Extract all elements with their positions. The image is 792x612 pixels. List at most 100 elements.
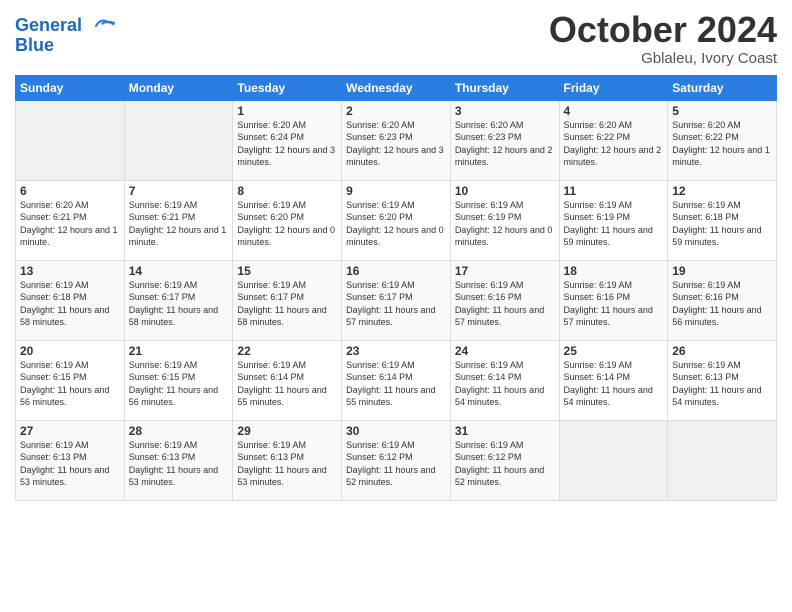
cell-week4-day5: 25Sunrise: 6:19 AM Sunset: 6:14 PM Dayli… xyxy=(559,340,668,420)
day-number: 8 xyxy=(237,184,337,198)
month-title: October 2024 xyxy=(549,10,777,50)
logo-bird-icon xyxy=(89,15,115,37)
day-number: 28 xyxy=(129,424,229,438)
cell-week3-day6: 19Sunrise: 6:19 AM Sunset: 6:16 PM Dayli… xyxy=(668,260,777,340)
cell-content: Sunrise: 6:19 AM Sunset: 6:17 PM Dayligh… xyxy=(129,279,229,329)
cell-week1-day3: 2Sunrise: 6:20 AM Sunset: 6:23 PM Daylig… xyxy=(342,100,451,180)
cell-week2-day1: 7Sunrise: 6:19 AM Sunset: 6:21 PM Daylig… xyxy=(124,180,233,260)
logo: General Blue xyxy=(15,15,115,56)
header-sunday: Sunday xyxy=(16,75,125,100)
cell-content: Sunrise: 6:20 AM Sunset: 6:22 PM Dayligh… xyxy=(672,119,772,169)
cell-week4-day1: 21Sunrise: 6:19 AM Sunset: 6:15 PM Dayli… xyxy=(124,340,233,420)
cell-content: Sunrise: 6:20 AM Sunset: 6:23 PM Dayligh… xyxy=(346,119,446,169)
cell-week3-day1: 14Sunrise: 6:19 AM Sunset: 6:17 PM Dayli… xyxy=(124,260,233,340)
cell-content: Sunrise: 6:19 AM Sunset: 6:14 PM Dayligh… xyxy=(455,359,555,409)
day-number: 18 xyxy=(564,264,664,278)
cell-week2-day2: 8Sunrise: 6:19 AM Sunset: 6:20 PM Daylig… xyxy=(233,180,342,260)
header-wednesday: Wednesday xyxy=(342,75,451,100)
cell-content: Sunrise: 6:19 AM Sunset: 6:19 PM Dayligh… xyxy=(455,199,555,249)
cell-content: Sunrise: 6:20 AM Sunset: 6:24 PM Dayligh… xyxy=(237,119,337,169)
cell-week5-day3: 30Sunrise: 6:19 AM Sunset: 6:12 PM Dayli… xyxy=(342,420,451,500)
cell-content: Sunrise: 6:19 AM Sunset: 6:14 PM Dayligh… xyxy=(237,359,337,409)
cell-content: Sunrise: 6:19 AM Sunset: 6:18 PM Dayligh… xyxy=(20,279,120,329)
day-number: 4 xyxy=(564,104,664,118)
cell-week4-day2: 22Sunrise: 6:19 AM Sunset: 6:14 PM Dayli… xyxy=(233,340,342,420)
day-number: 14 xyxy=(129,264,229,278)
cell-content: Sunrise: 6:20 AM Sunset: 6:23 PM Dayligh… xyxy=(455,119,555,169)
day-number: 27 xyxy=(20,424,120,438)
day-number: 1 xyxy=(237,104,337,118)
week-row-3: 13Sunrise: 6:19 AM Sunset: 6:18 PM Dayli… xyxy=(16,260,777,340)
day-number: 21 xyxy=(129,344,229,358)
day-number: 15 xyxy=(237,264,337,278)
day-number: 12 xyxy=(672,184,772,198)
cell-content: Sunrise: 6:19 AM Sunset: 6:13 PM Dayligh… xyxy=(672,359,772,409)
day-number: 3 xyxy=(455,104,555,118)
day-number: 25 xyxy=(564,344,664,358)
cell-week2-day0: 6Sunrise: 6:20 AM Sunset: 6:21 PM Daylig… xyxy=(16,180,125,260)
cell-content: Sunrise: 6:19 AM Sunset: 6:12 PM Dayligh… xyxy=(346,439,446,489)
cell-week1-day2: 1Sunrise: 6:20 AM Sunset: 6:24 PM Daylig… xyxy=(233,100,342,180)
cell-content: Sunrise: 6:19 AM Sunset: 6:15 PM Dayligh… xyxy=(20,359,120,409)
day-number: 29 xyxy=(237,424,337,438)
cell-content: Sunrise: 6:19 AM Sunset: 6:12 PM Dayligh… xyxy=(455,439,555,489)
logo-line1: General xyxy=(15,15,82,35)
cell-content: Sunrise: 6:19 AM Sunset: 6:14 PM Dayligh… xyxy=(564,359,664,409)
calendar-table: SundayMondayTuesdayWednesdayThursdayFrid… xyxy=(15,75,777,501)
cell-content: Sunrise: 6:19 AM Sunset: 6:15 PM Dayligh… xyxy=(129,359,229,409)
cell-content: Sunrise: 6:19 AM Sunset: 6:19 PM Dayligh… xyxy=(564,199,664,249)
day-number: 10 xyxy=(455,184,555,198)
cell-week4-day0: 20Sunrise: 6:19 AM Sunset: 6:15 PM Dayli… xyxy=(16,340,125,420)
cell-content: Sunrise: 6:19 AM Sunset: 6:20 PM Dayligh… xyxy=(346,199,446,249)
day-number: 22 xyxy=(237,344,337,358)
day-number: 9 xyxy=(346,184,446,198)
week-row-4: 20Sunrise: 6:19 AM Sunset: 6:15 PM Dayli… xyxy=(16,340,777,420)
cell-week3-day4: 17Sunrise: 6:19 AM Sunset: 6:16 PM Dayli… xyxy=(450,260,559,340)
day-number: 2 xyxy=(346,104,446,118)
cell-content: Sunrise: 6:19 AM Sunset: 6:17 PM Dayligh… xyxy=(346,279,446,329)
day-number: 30 xyxy=(346,424,446,438)
cell-week2-day6: 12Sunrise: 6:19 AM Sunset: 6:18 PM Dayli… xyxy=(668,180,777,260)
day-number: 20 xyxy=(20,344,120,358)
cell-week2-day5: 11Sunrise: 6:19 AM Sunset: 6:19 PM Dayli… xyxy=(559,180,668,260)
cell-week1-day6: 5Sunrise: 6:20 AM Sunset: 6:22 PM Daylig… xyxy=(668,100,777,180)
cell-week1-day4: 3Sunrise: 6:20 AM Sunset: 6:23 PM Daylig… xyxy=(450,100,559,180)
cell-week4-day4: 24Sunrise: 6:19 AM Sunset: 6:14 PM Dayli… xyxy=(450,340,559,420)
cell-week3-day5: 18Sunrise: 6:19 AM Sunset: 6:16 PM Dayli… xyxy=(559,260,668,340)
cell-week1-day5: 4Sunrise: 6:20 AM Sunset: 6:22 PM Daylig… xyxy=(559,100,668,180)
day-number: 23 xyxy=(346,344,446,358)
cell-content: Sunrise: 6:19 AM Sunset: 6:13 PM Dayligh… xyxy=(129,439,229,489)
header-saturday: Saturday xyxy=(668,75,777,100)
cell-week5-day2: 29Sunrise: 6:19 AM Sunset: 6:13 PM Dayli… xyxy=(233,420,342,500)
day-number: 19 xyxy=(672,264,772,278)
cell-content: Sunrise: 6:19 AM Sunset: 6:16 PM Dayligh… xyxy=(564,279,664,329)
header-thursday: Thursday xyxy=(450,75,559,100)
header-monday: Monday xyxy=(124,75,233,100)
cell-content: Sunrise: 6:19 AM Sunset: 6:14 PM Dayligh… xyxy=(346,359,446,409)
day-number: 6 xyxy=(20,184,120,198)
cell-week2-day3: 9Sunrise: 6:19 AM Sunset: 6:20 PM Daylig… xyxy=(342,180,451,260)
cell-content: Sunrise: 6:20 AM Sunset: 6:22 PM Dayligh… xyxy=(564,119,664,169)
cell-week5-day1: 28Sunrise: 6:19 AM Sunset: 6:13 PM Dayli… xyxy=(124,420,233,500)
day-number: 5 xyxy=(672,104,772,118)
cell-content: Sunrise: 6:19 AM Sunset: 6:13 PM Dayligh… xyxy=(237,439,337,489)
cell-content: Sunrise: 6:19 AM Sunset: 6:17 PM Dayligh… xyxy=(237,279,337,329)
cell-week3-day2: 15Sunrise: 6:19 AM Sunset: 6:17 PM Dayli… xyxy=(233,260,342,340)
cell-week5-day5 xyxy=(559,420,668,500)
header-tuesday: Tuesday xyxy=(233,75,342,100)
day-number: 13 xyxy=(20,264,120,278)
calendar-header-row: SundayMondayTuesdayWednesdayThursdayFrid… xyxy=(16,75,777,100)
title-block: October 2024 Gblaleu, Ivory Coast xyxy=(549,10,777,67)
cell-content: Sunrise: 6:20 AM Sunset: 6:21 PM Dayligh… xyxy=(20,199,120,249)
day-number: 16 xyxy=(346,264,446,278)
cell-week3-day0: 13Sunrise: 6:19 AM Sunset: 6:18 PM Dayli… xyxy=(16,260,125,340)
logo-line2: Blue xyxy=(15,35,115,56)
location-subtitle: Gblaleu, Ivory Coast xyxy=(549,50,777,67)
cell-week4-day6: 26Sunrise: 6:19 AM Sunset: 6:13 PM Dayli… xyxy=(668,340,777,420)
cell-content: Sunrise: 6:19 AM Sunset: 6:20 PM Dayligh… xyxy=(237,199,337,249)
day-number: 17 xyxy=(455,264,555,278)
cell-content: Sunrise: 6:19 AM Sunset: 6:18 PM Dayligh… xyxy=(672,199,772,249)
day-number: 26 xyxy=(672,344,772,358)
cell-week2-day4: 10Sunrise: 6:19 AM Sunset: 6:19 PM Dayli… xyxy=(450,180,559,260)
cell-content: Sunrise: 6:19 AM Sunset: 6:16 PM Dayligh… xyxy=(672,279,772,329)
